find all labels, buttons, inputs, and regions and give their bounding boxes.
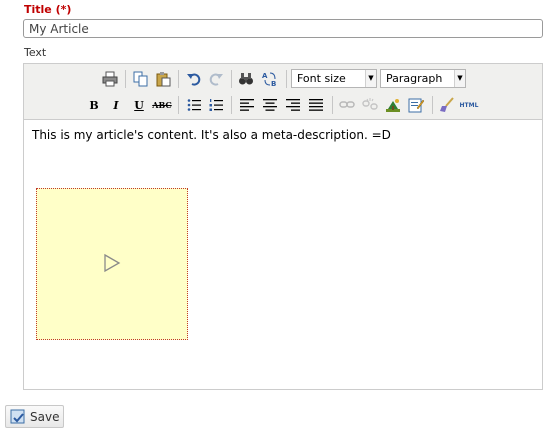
unlink-icon[interactable] xyxy=(360,95,380,115)
replace-icon[interactable]: AB xyxy=(260,69,280,89)
save-icon xyxy=(10,409,26,425)
toolbar-separator xyxy=(231,70,232,88)
align-left-icon[interactable] xyxy=(237,95,257,115)
chevron-down-icon: ▼ xyxy=(365,70,376,87)
title-label: Title (*) xyxy=(24,3,72,16)
link-icon[interactable] xyxy=(337,95,357,115)
toolbar-separator xyxy=(286,70,287,88)
strikethrough-button[interactable]: ABC xyxy=(152,95,172,115)
find-icon[interactable] xyxy=(236,69,256,89)
save-button[interactable]: Save xyxy=(5,405,64,428)
toolbar-separator xyxy=(432,96,433,114)
editor-content[interactable]: This is my article's content. It's also … xyxy=(32,128,391,142)
editor-toolbar: AB Font size ▼ Paragraph ▼ B I U ABC HTM… xyxy=(24,64,542,120)
undo-icon[interactable] xyxy=(184,69,204,89)
toolbar-separator xyxy=(178,96,179,114)
format-value: Paragraph xyxy=(386,72,443,85)
html-source-button[interactable]: HTML xyxy=(457,95,481,115)
svg-text:A: A xyxy=(262,72,268,80)
font-size-dropdown[interactable]: Font size ▼ xyxy=(291,69,377,88)
print-icon[interactable] xyxy=(100,69,120,89)
align-justify-icon[interactable] xyxy=(306,95,326,115)
underline-button[interactable]: U xyxy=(129,95,149,115)
image-icon[interactable] xyxy=(383,95,403,115)
paste-icon[interactable] xyxy=(153,69,173,89)
title-input[interactable] xyxy=(23,19,543,38)
redo-icon[interactable] xyxy=(206,69,226,89)
svg-text:B: B xyxy=(271,80,276,88)
unordered-list-icon[interactable] xyxy=(184,95,204,115)
toolbar-separator xyxy=(125,70,126,88)
save-label: Save xyxy=(30,409,60,424)
media-placeholder[interactable] xyxy=(36,188,188,340)
italic-button[interactable]: I xyxy=(106,95,126,115)
toolbar-separator xyxy=(231,96,232,114)
bold-button[interactable]: B xyxy=(84,95,104,115)
edit-icon[interactable] xyxy=(406,95,426,115)
text-label: Text xyxy=(24,46,47,59)
toolbar-separator xyxy=(178,70,179,88)
copy-icon[interactable] xyxy=(131,69,151,89)
toolbar-separator xyxy=(332,96,333,114)
play-icon xyxy=(104,253,121,273)
align-right-icon[interactable] xyxy=(283,95,303,115)
chevron-down-icon: ▼ xyxy=(454,70,465,87)
cleanup-icon[interactable] xyxy=(437,95,457,115)
align-center-icon[interactable] xyxy=(260,95,280,115)
rich-text-editor: AB Font size ▼ Paragraph ▼ B I U ABC HTM… xyxy=(23,63,543,390)
font-size-value: Font size xyxy=(297,72,346,85)
ordered-list-icon[interactable] xyxy=(206,95,226,115)
format-dropdown[interactable]: Paragraph ▼ xyxy=(380,69,466,88)
